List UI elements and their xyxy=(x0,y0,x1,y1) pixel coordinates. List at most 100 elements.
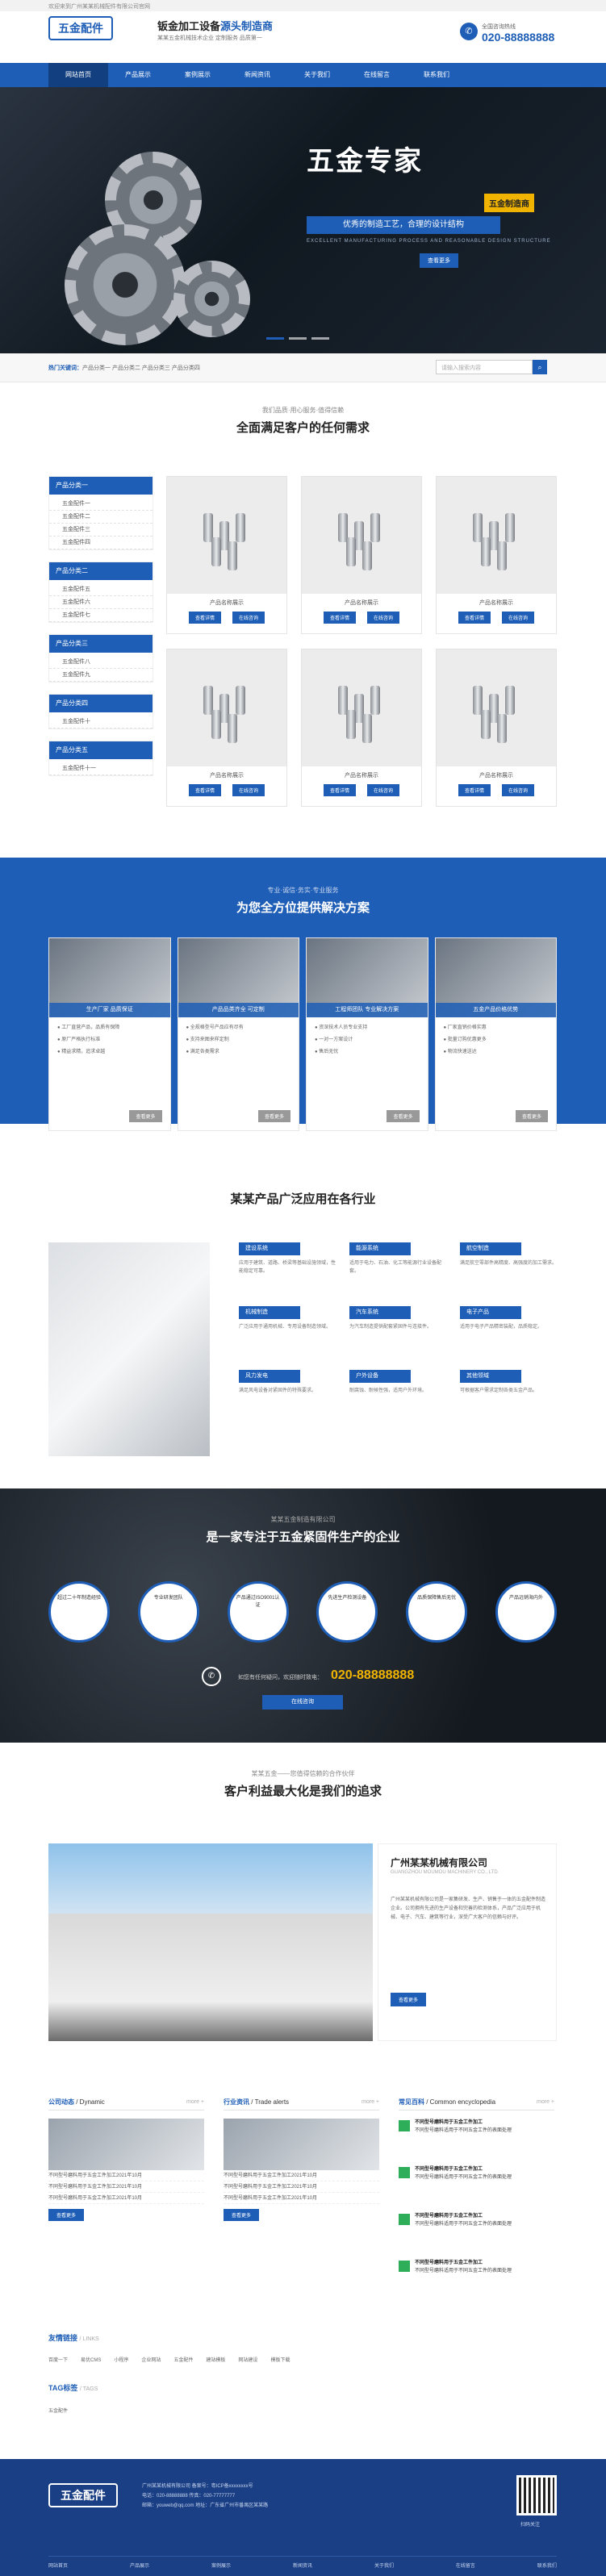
footer-nav-item[interactable]: 案例展示 xyxy=(211,2561,231,2569)
more-link[interactable]: more + xyxy=(186,2099,204,2105)
footer-nav-item[interactable]: 联系我们 xyxy=(537,2561,557,2569)
industry-item[interactable]: 电子产品 适用于电子产品精密装配，品质稳定。 xyxy=(460,1306,557,1360)
phone-number[interactable]: 020-88888888 xyxy=(482,31,554,44)
product-card[interactable]: 产品名称展示 查看详情 在线咨询 xyxy=(166,476,287,634)
consult-button[interactable]: 在线咨询 xyxy=(232,612,265,624)
consult-button[interactable]: 在线咨询 xyxy=(367,612,400,624)
news-item[interactable]: 不同型号磨料用于五金工件加工2021年10月 xyxy=(48,2170,204,2181)
news-item[interactable]: 不同型号磨料用于五金工件加工2021年10月 xyxy=(224,2193,379,2204)
detail-button[interactable]: 查看详情 xyxy=(458,784,491,796)
consult-button[interactable]: 在线咨询 xyxy=(262,1695,343,1710)
solution-more-button[interactable]: 查看更多 xyxy=(257,1110,290,1122)
industry-item[interactable]: 户外设备 耐腐蚀、耐候性强，适用户外环境。 xyxy=(349,1370,446,1424)
detail-button[interactable]: 查看详情 xyxy=(323,784,356,796)
industry-item[interactable]: 风力发电 满足风电设备对紧固件的特殊要求。 xyxy=(239,1370,336,1424)
product-card[interactable]: 产品名称展示 查看详情 在线咨询 xyxy=(301,649,422,807)
category-header[interactable]: 产品分类一 xyxy=(49,477,153,495)
detail-button[interactable]: 查看详情 xyxy=(458,612,491,624)
category-item[interactable]: 五金配件十一 xyxy=(49,762,153,775)
nav-item[interactable]: 产品展示 xyxy=(108,63,168,87)
nav-item[interactable]: 案例展示 xyxy=(168,63,228,87)
news-item[interactable]: 不同型号磨料用于五金工件加工2021年10月 xyxy=(224,2170,379,2181)
column-title[interactable]: 行业资讯 xyxy=(224,2098,249,2106)
product-card[interactable]: 产品名称展示 查看详情 在线咨询 xyxy=(301,476,422,634)
tag-link[interactable]: 五金配件 xyxy=(48,2407,68,2414)
industry-item[interactable]: 能源系统 适用于电力、石油、化工等能源行业设备配套。 xyxy=(349,1242,446,1296)
product-card[interactable]: 产品名称展示 查看详情 在线咨询 xyxy=(166,649,287,807)
industry-item[interactable]: 机械制造 广泛应用于通用机械、专用设备制造领域。 xyxy=(239,1306,336,1360)
friend-link[interactable]: 建站模板 xyxy=(206,2356,225,2363)
encyclopedia-item[interactable]: 不同型号磨料用于五金工件加工 不同型号磨料适用于不同五金工件的表面处理 xyxy=(399,2119,554,2157)
news-more-button[interactable]: 查看更多 xyxy=(224,2209,260,2221)
nav-item[interactable]: 关于我们 xyxy=(287,63,347,87)
friend-link[interactable]: 易优CMS xyxy=(81,2356,101,2363)
industry-item[interactable]: 汽车系统 为汽车制造提供配套紧固件与连接件。 xyxy=(349,1306,446,1360)
news-item[interactable]: 不同型号磨料用于五金工件加工2021年10月 xyxy=(224,2181,379,2193)
more-link[interactable]: more + xyxy=(362,2099,379,2105)
more-link[interactable]: more + xyxy=(537,2099,554,2105)
footer-nav-item[interactable]: 关于我们 xyxy=(374,2561,394,2569)
category-header[interactable]: 产品分类三 xyxy=(49,635,153,653)
search-icon[interactable]: ⌕ xyxy=(533,360,547,374)
category-item[interactable]: 五金配件三 xyxy=(49,524,153,536)
footer-logo[interactable]: 五金配件 xyxy=(48,2483,118,2507)
encyclopedia-item[interactable]: 不同型号磨料用于五金工件加工 不同型号磨料适用于不同五金工件的表面处理 xyxy=(399,2212,554,2251)
category-item[interactable]: 五金配件四 xyxy=(49,536,153,549)
banner-more-button[interactable]: 查看更多 xyxy=(420,253,458,268)
friend-link[interactable]: 五金配件 xyxy=(173,2356,193,2363)
friend-link[interactable]: 百度一下 xyxy=(48,2356,68,2363)
detail-button[interactable]: 查看详情 xyxy=(323,612,356,624)
category-item[interactable]: 五金配件九 xyxy=(49,669,153,682)
solution-more-button[interactable]: 查看更多 xyxy=(387,1110,420,1122)
friend-link[interactable]: 网站建设 xyxy=(238,2356,257,2363)
detail-button[interactable]: 查看详情 xyxy=(188,784,221,796)
about-more-button[interactable]: 查看更多 xyxy=(391,1993,427,2006)
consult-button[interactable]: 在线咨询 xyxy=(232,784,265,796)
news-item[interactable]: 不同型号磨料用于五金工件加工2021年10月 xyxy=(48,2181,204,2193)
category-item[interactable]: 五金配件五 xyxy=(49,583,153,596)
category-item[interactable]: 五金配件六 xyxy=(49,596,153,609)
industry-item[interactable]: 其他领域 可根据客户需求定制各类五金产品。 xyxy=(460,1370,557,1424)
footer-nav-item[interactable]: 产品展示 xyxy=(130,2561,149,2569)
nav-item[interactable]: 在线留言 xyxy=(347,63,407,87)
carousel-dot[interactable] xyxy=(266,337,284,340)
category-item[interactable]: 五金配件十 xyxy=(49,716,153,729)
footer-nav-item[interactable]: 在线留言 xyxy=(456,2561,475,2569)
footer-nav-item[interactable]: 新闻资讯 xyxy=(293,2561,312,2569)
industry-item[interactable]: 航空制造 满足航空零部件高精度、高强度的加工需求。 xyxy=(460,1242,557,1296)
industry-item[interactable]: 建设系统 应用于建筑、道路、桥梁等基础设施领域，性能稳定可靠。 xyxy=(239,1242,336,1296)
consult-button[interactable]: 在线咨询 xyxy=(502,612,535,624)
footer-nav-item[interactable]: 网站首页 xyxy=(48,2561,68,2569)
category-item[interactable]: 五金配件一 xyxy=(49,498,153,511)
product-card[interactable]: 产品名称展示 查看详情 在线咨询 xyxy=(436,476,557,634)
column-title[interactable]: 常见百科 xyxy=(399,2098,424,2106)
nav-item[interactable]: 联系我们 xyxy=(407,63,466,87)
enterprise-phone[interactable]: 020-88888888 xyxy=(331,1668,414,1683)
carousel-dot[interactable] xyxy=(289,337,307,340)
category-header[interactable]: 产品分类五 xyxy=(49,741,153,759)
category-header[interactable]: 产品分类四 xyxy=(49,695,153,712)
encyclopedia-item[interactable]: 不同型号磨料用于五金工件加工 不同型号磨料适用于不同五金工件的表面处理 xyxy=(399,2259,554,2298)
consult-button[interactable]: 在线咨询 xyxy=(502,784,535,796)
solution-more-button[interactable]: 查看更多 xyxy=(515,1110,548,1122)
nav-item[interactable]: 新闻资讯 xyxy=(228,63,287,87)
friend-link[interactable]: 模板下载 xyxy=(270,2356,290,2363)
hot-keywords-list[interactable]: 产品分类一 产品分类二 产品分类三 产品分类四 xyxy=(82,365,200,371)
category-item[interactable]: 五金配件二 xyxy=(49,511,153,524)
category-header[interactable]: 产品分类二 xyxy=(49,562,153,580)
category-item[interactable]: 五金配件七 xyxy=(49,609,153,622)
news-item[interactable]: 不同型号磨料用于五金工件加工2021年10月 xyxy=(48,2193,204,2204)
consult-button[interactable]: 在线咨询 xyxy=(367,784,400,796)
search-input[interactable]: 请输入搜索内容 xyxy=(436,360,533,374)
product-card[interactable]: 产品名称展示 查看详情 在线咨询 xyxy=(436,649,557,807)
solution-more-button[interactable]: 查看更多 xyxy=(129,1110,162,1122)
nav-item[interactable]: 网站首页 xyxy=(48,63,108,87)
friend-link[interactable]: 小程序 xyxy=(114,2356,128,2363)
encyclopedia-item[interactable]: 不同型号磨料用于五金工件加工 不同型号磨料适用于不同五金工件的表面处理 xyxy=(399,2165,554,2204)
site-logo[interactable]: 五金配件 xyxy=(48,16,113,40)
detail-button[interactable]: 查看详情 xyxy=(188,612,221,624)
news-more-button[interactable]: 查看更多 xyxy=(48,2209,85,2221)
column-title[interactable]: 公司动态 xyxy=(48,2098,74,2106)
carousel-dot[interactable] xyxy=(311,337,329,340)
category-item[interactable]: 五金配件八 xyxy=(49,656,153,669)
